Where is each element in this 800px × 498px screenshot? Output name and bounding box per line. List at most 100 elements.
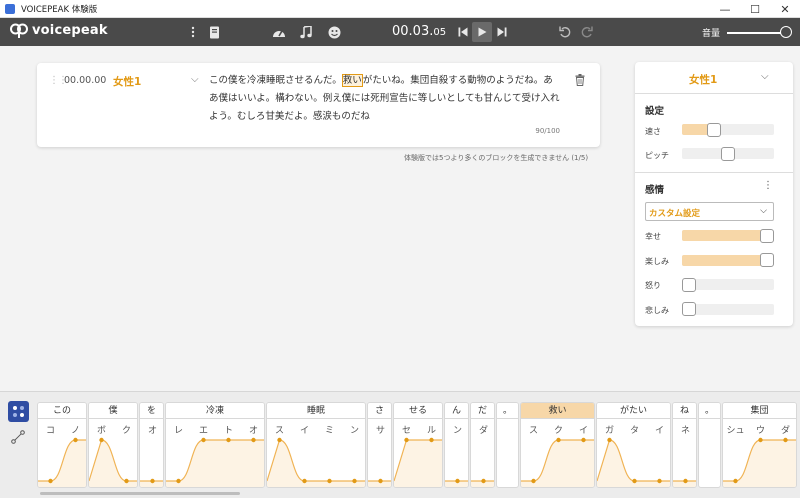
emotion-slider-knob[interactable] [760, 228, 774, 243]
mora-label: ダ [478, 426, 488, 436]
emotion-slider[interactable] [682, 253, 774, 267]
mora-label: ボ [96, 426, 106, 436]
word-segment[interactable]: 。 [496, 402, 519, 488]
mora-label: レ [173, 426, 183, 436]
pitch-point[interactable] [124, 478, 129, 484]
word-segment[interactable]: がたいガ タ イ [596, 402, 671, 488]
emotion-slider-knob[interactable] [682, 302, 696, 316]
emotion-slider-knob[interactable] [760, 253, 774, 267]
text-block-card[interactable]: ⋮⋮ 00.00.00 女性1 ⌵ この僕を冷凍睡眠させるんだ。救いがたいね。集… [37, 63, 600, 147]
pitch-point[interactable] [733, 478, 738, 484]
emotion-label: 幸せ [645, 232, 661, 241]
smiley-icon[interactable] [327, 25, 341, 39]
word-track: このコノ僕ボクをオ冷凍レエトオ睡眠スイミンさサせるセルんンだダ。救いスクイがたい… [37, 402, 800, 488]
voice-settings-panel: 女性1 ⌵ 設定 速さ ピッチ 感情 ⋮ カスタム設定 ⌵ 幸せ 楽しみ 怒り 悲しみ [635, 62, 793, 326]
pitch-point[interactable] [531, 478, 536, 484]
pitch-slider[interactable] [682, 146, 774, 161]
word-segment[interactable]: せるセ ル [393, 402, 443, 488]
pitch-point[interactable] [277, 437, 282, 443]
emotion-slider[interactable] [682, 302, 774, 316]
skip-forward-icon[interactable] [495, 25, 509, 39]
word-segment[interactable]: をオ [139, 402, 164, 488]
pitch-slider-knob[interactable] [721, 146, 735, 161]
trash-icon[interactable] [575, 74, 585, 86]
word-segment[interactable]: 集団 シュウ ダ [722, 402, 797, 488]
pitch-point[interactable] [683, 478, 688, 484]
emotion-preset-dropdown[interactable]: カスタム設定 ⌵ [645, 202, 774, 221]
word-segment[interactable]: このコ ノ [37, 402, 87, 488]
mora-label: ノ [70, 426, 80, 436]
mora-label: イ [578, 426, 588, 436]
pitch-point[interactable] [581, 437, 586, 443]
word-segment[interactable]: 睡眠ス イ ミ ン [266, 402, 366, 488]
pitch-point[interactable] [302, 478, 307, 484]
more-vertical-icon[interactable] [186, 25, 200, 39]
pitch-point[interactable] [556, 437, 561, 443]
word-segment[interactable]: 救いス ク イ [520, 402, 595, 488]
music-note-icon[interactable] [299, 25, 313, 39]
redo-icon[interactable] [580, 25, 594, 39]
selected-voice: 女性1 [689, 74, 718, 86]
pitch-point[interactable] [632, 478, 637, 484]
pitch-point[interactable] [378, 478, 383, 484]
pitch-point[interactable] [226, 437, 231, 443]
word-segment[interactable]: ねネ [672, 402, 697, 488]
maximize-icon[interactable]: ☐ [740, 0, 770, 18]
speed-slider[interactable] [682, 122, 774, 137]
mora-label: コ [45, 426, 55, 436]
pitch-point[interactable] [455, 478, 460, 484]
time-main: 00.03. [392, 24, 434, 39]
minimize-icon[interactable]: — [710, 0, 740, 18]
pitch-point[interactable] [607, 437, 612, 443]
pitch-point[interactable] [201, 437, 206, 443]
pitch-point[interactable] [251, 437, 256, 443]
word-segment[interactable]: だダ [470, 402, 495, 488]
volume-slider-knob[interactable] [780, 26, 792, 38]
block-voice-name[interactable]: 女性1 [113, 74, 141, 89]
pitch-point[interactable] [783, 437, 788, 443]
pitch-point[interactable] [150, 478, 155, 484]
more-vertical-icon[interactable]: ⋮ [763, 180, 773, 191]
mora-label: ト [223, 426, 233, 436]
pitch-point[interactable] [99, 437, 104, 443]
mora-label: シュ [726, 426, 745, 436]
emotion-slider-knob[interactable] [682, 277, 696, 292]
pitch-point[interactable] [758, 437, 763, 443]
curve-tool-icon[interactable] [11, 430, 25, 444]
pitch-point[interactable] [429, 437, 434, 443]
mora-label: ン [452, 426, 462, 436]
word-segment[interactable]: さサ [367, 402, 392, 488]
pitch-area [394, 440, 442, 487]
mora-label: タ [629, 426, 639, 436]
word-segment[interactable]: 冷凍レ エ ト オ [165, 402, 265, 488]
pitch-point[interactable] [48, 478, 53, 484]
word-segment[interactable]: 。 [698, 402, 721, 488]
horizontal-scrollbar[interactable] [40, 492, 240, 495]
emotion-section-title: 感情 [645, 185, 665, 196]
pitch-point[interactable] [327, 478, 332, 484]
emotion-slider[interactable] [682, 228, 774, 243]
pitch-point[interactable] [352, 478, 357, 484]
pitch-point[interactable] [73, 437, 78, 443]
word-segment[interactable]: 僕ボ ク [88, 402, 138, 488]
book-icon[interactable] [207, 25, 221, 39]
word-label: 僕 [89, 403, 137, 419]
block-text-input[interactable]: この僕を冷凍睡眠させるんだ。救いがたいね。集団自殺する動物のようだね。ああ僕はい… [209, 72, 561, 126]
mora-mode-button[interactable] [8, 401, 29, 422]
speed-icon[interactable] [272, 25, 286, 39]
emotion-slider[interactable] [682, 277, 774, 292]
close-icon[interactable]: ✕ [770, 0, 800, 18]
chevron-down-icon[interactable]: ⌵ [191, 74, 199, 85]
pitch-point[interactable] [657, 478, 662, 484]
skip-back-icon[interactable] [456, 25, 470, 39]
undo-icon[interactable] [558, 25, 572, 39]
pitch-point[interactable] [176, 478, 181, 484]
speed-slider-knob[interactable] [706, 122, 721, 137]
play-button[interactable] [472, 22, 492, 42]
voice-selector[interactable]: 女性1 ⌵ [635, 62, 793, 94]
volume-slider-track[interactable] [727, 32, 785, 34]
emotion-slider-fill [682, 230, 767, 241]
pitch-point[interactable] [404, 437, 409, 443]
word-segment[interactable]: んン [444, 402, 469, 488]
pitch-point[interactable] [481, 478, 486, 484]
